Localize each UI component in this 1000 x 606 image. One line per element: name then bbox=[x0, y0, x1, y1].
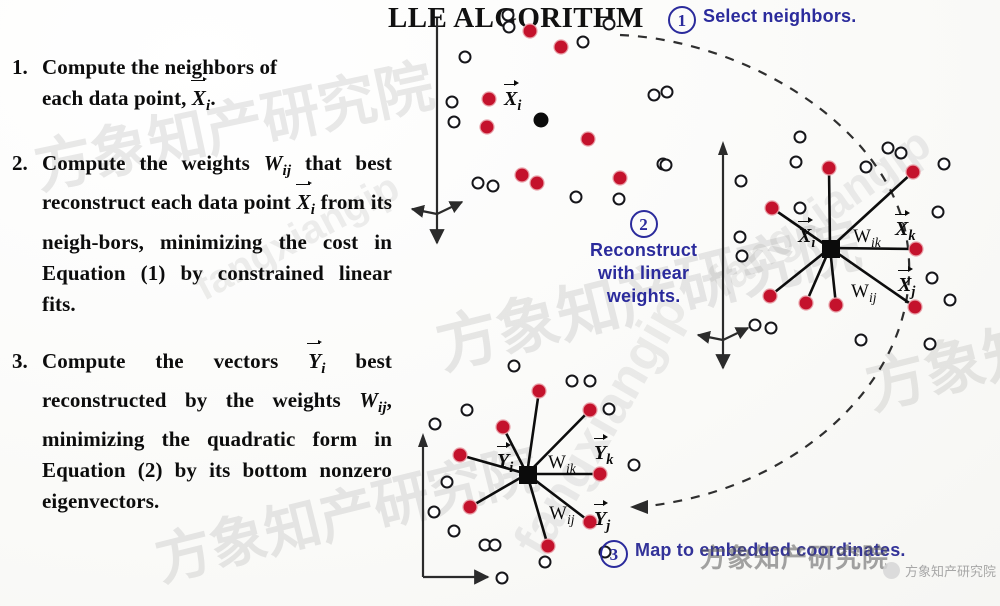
label-panel-2-wik: Wik bbox=[853, 226, 881, 250]
callout-step-2: 2 Reconstruct with linear weights. bbox=[590, 210, 697, 307]
source-logo-watermark: 方象知产研究院 bbox=[882, 561, 996, 580]
panel-1-axes bbox=[410, 18, 464, 245]
label-panel-2-xj: Xj bbox=[898, 266, 915, 301]
lle-diagram bbox=[410, 8, 957, 585]
callout-2-label-line-1: Reconstruct bbox=[590, 240, 698, 260]
label-panel-2-wij: Wij bbox=[851, 281, 877, 305]
callout-step-1: 1 Select neighbors. bbox=[668, 6, 856, 34]
callout-2-label-line-2: with linear bbox=[598, 263, 690, 283]
panel-3-center-point bbox=[519, 466, 537, 484]
callout-1-badge: 1 bbox=[668, 6, 696, 34]
callout-1-label: Select neighbors. bbox=[703, 6, 857, 26]
panel-1-points bbox=[445, 8, 674, 206]
callout-2-label-line-3: weights. bbox=[606, 286, 681, 306]
label-panel-2-xk: Xk bbox=[895, 210, 916, 245]
panel-2-open-points bbox=[733, 130, 957, 351]
label-panel-2-center: Xi bbox=[798, 217, 815, 252]
label-panel-3-yj: Yj bbox=[594, 500, 610, 535]
callout-3-label: Map to embedded coordinates. bbox=[635, 540, 906, 560]
label-panel-3-wij: Wij bbox=[549, 503, 575, 527]
label-panel-3-wik: Wik bbox=[548, 452, 576, 476]
logo-mark-icon bbox=[882, 562, 900, 579]
label-panel-3-center: Yi bbox=[497, 442, 513, 477]
panel-2-center-point bbox=[822, 240, 840, 258]
label-panel-1-center: Xi bbox=[504, 80, 521, 115]
label-panel-3-yk: Yk bbox=[594, 434, 613, 469]
callout-3-badge: 3 bbox=[600, 540, 628, 568]
logo-text: 方象知产研究院 bbox=[904, 564, 996, 579]
panel-1-center-point bbox=[533, 112, 549, 128]
callout-2-badge: 2 bbox=[629, 210, 658, 238]
panel-3-neighbor-points bbox=[452, 383, 608, 554]
figure-canvas: fangxiangip fangxiangip fangxiangip 方象知产… bbox=[0, 0, 1000, 606]
callout-step-3: 3 Map to embedded coordinates. bbox=[600, 540, 906, 568]
